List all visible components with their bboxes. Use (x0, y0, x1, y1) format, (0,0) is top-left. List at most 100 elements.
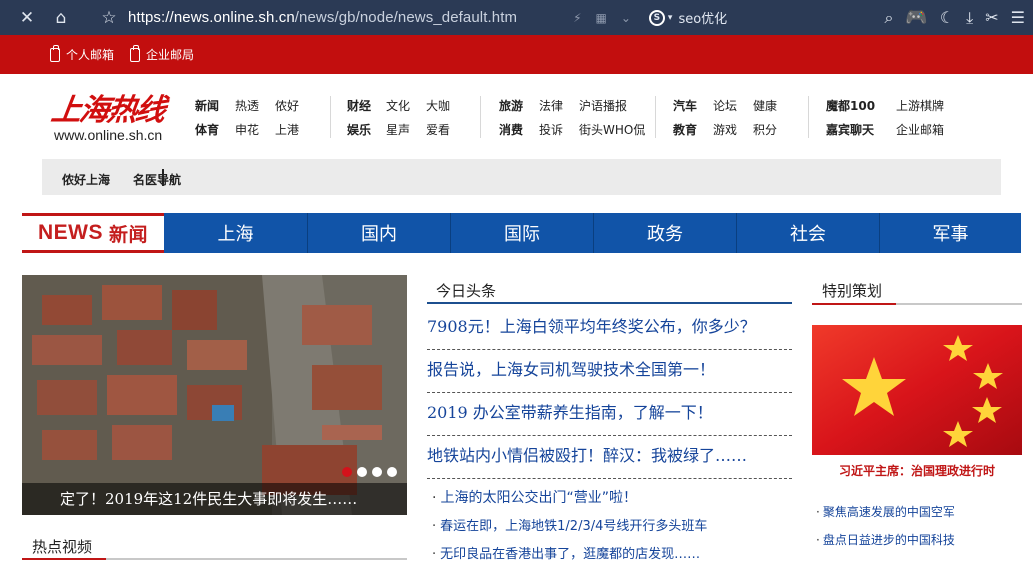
headline-3[interactable]: 2019 办公室带薪养生指南，了解一下！ (427, 393, 792, 436)
nav-link[interactable]: 嘉宾聊天 (826, 122, 896, 138)
nav-link[interactable]: 教育 (673, 122, 713, 138)
gamepad-icon[interactable]: 🎮 (905, 7, 927, 28)
nav-divider (808, 96, 809, 138)
nav-link[interactable]: 企业邮箱 (896, 122, 976, 138)
nav-link[interactable]: 魔都100 (826, 98, 896, 114)
nav-divider (330, 96, 331, 138)
company-mail-label: 企业邮局 (146, 48, 195, 62)
news-nav-bar: NEWS 新闻 上海 国内 国际 政务 社会 军事 (22, 213, 1021, 253)
menu-icon[interactable]: ☰ (1011, 8, 1025, 27)
news-list-item[interactable]: 无印良品在香港出事了，逛魔都的店发现…… (432, 543, 700, 562)
nav-link[interactable]: 新闻 (195, 98, 235, 114)
nav-link[interactable]: 爱看 (426, 122, 466, 138)
tab-shanghai[interactable]: 上海 (164, 213, 307, 253)
nav-link[interactable]: 大咖 (426, 98, 466, 114)
dropdown-arrow-icon: ▾ (667, 12, 673, 23)
tab-international[interactable]: 国际 (450, 213, 593, 253)
slide-dot[interactable] (372, 467, 382, 477)
chevron-down-icon[interactable]: ⌄ (621, 11, 631, 25)
scissors-icon[interactable]: ✂ (985, 8, 998, 27)
slide-indicators (342, 467, 397, 477)
slide-dot[interactable] (387, 467, 397, 477)
nav-link[interactable]: 法律 (539, 98, 579, 114)
top-strip: 个人邮箱 企业邮局 (0, 35, 1033, 74)
search-engine-box[interactable]: S ▾ seo优化 (648, 8, 728, 27)
tab-society[interactable]: 社会 (736, 213, 879, 253)
nav-link[interactable]: 娱乐 (347, 122, 386, 138)
qr-icon[interactable]: ▦ (596, 11, 607, 25)
nav-group-auto: 汽车 论坛 健康 教育 游戏 积分 (673, 98, 793, 138)
nav-link[interactable]: 体育 (195, 122, 235, 138)
star-icon[interactable]: ☆ (94, 0, 124, 35)
hero-caption[interactable]: 定了！2019年这12件民生大事即将发生…… (22, 483, 407, 515)
special-underline-accent (812, 303, 896, 305)
search-label: seo优化 (678, 12, 728, 27)
subnav-link[interactable]: 名医导航 (133, 171, 181, 188)
slide-dot[interactable] (342, 467, 352, 477)
special-image[interactable] (812, 325, 1022, 455)
news-logo-en: NEWS (37, 221, 103, 244)
news-logo-cn: 新闻 (108, 224, 148, 246)
nav-link[interactable]: 热透 (235, 98, 275, 114)
browser-toolbar: ✕ ⌂ ☆ https://news.online.sh.cn/news/gb/… (0, 0, 1033, 35)
headline-2[interactable]: 报告说，上海女司机驾驶技术全国第一！ (427, 350, 792, 393)
company-mail-link[interactable]: 企业邮局 (130, 44, 195, 63)
slide-dot[interactable] (357, 467, 367, 477)
nav-link[interactable]: 星声 (386, 122, 426, 138)
site-url: www.online.sh.cn (54, 127, 163, 143)
nav-link[interactable]: 投诉 (539, 122, 579, 138)
nav-group-misc: 魔都100 上游棋牌 嘉宾聊天 企业邮箱 (826, 98, 976, 138)
nav-link[interactable]: 论坛 (713, 98, 753, 114)
personal-mail-label: 个人邮箱 (66, 48, 115, 62)
nav-link[interactable]: 汽车 (673, 98, 713, 114)
personal-mail-link[interactable]: 个人邮箱 (50, 44, 115, 63)
close-icon[interactable]: ✕ (12, 0, 42, 35)
news-logo[interactable]: NEWS 新闻 (22, 213, 164, 253)
nav-link[interactable]: 财经 (347, 98, 386, 114)
nav-link[interactable]: 积分 (753, 122, 793, 138)
url-path: /news/gb/node/news_default.htm (294, 9, 518, 26)
search-engine-icon: S (648, 9, 665, 26)
url-host: https://news.online.sh.cn (128, 9, 295, 26)
sub-nav-bar: 侬好上海 名医导航 (42, 159, 1001, 195)
nav-divider (655, 96, 656, 138)
news-list-item[interactable]: 春运在即，上海地铁1/2/3/4号线开行多头班车 (432, 515, 707, 534)
headline-1[interactable]: 7908元！上海白领平均年终奖公布，你多少？ (427, 307, 792, 350)
subnav-link[interactable]: 侬好上海 (62, 171, 110, 188)
special-list-item[interactable]: 聚焦高速发展的中国空军 (816, 503, 955, 520)
mail-icon (50, 44, 60, 62)
home-icon[interactable]: ⌂ (46, 0, 76, 35)
moon-icon[interactable]: ☾ (940, 8, 954, 27)
special-list-item[interactable]: 盘点日益进步的中国科技 (816, 531, 955, 548)
news-list-item[interactable]: 上海的太阳公交出门“营业”啦！ (432, 487, 637, 507)
site-logo[interactable]: 上海热线 (49, 85, 167, 129)
hot-video-underline-accent (22, 558, 106, 560)
nav-link[interactable]: 文化 (386, 98, 426, 114)
hero-photo (22, 275, 407, 515)
nav-link[interactable]: 侬好 (275, 98, 315, 114)
search-icon[interactable]: ⌕ (884, 8, 893, 28)
special-caption[interactable]: 习近平主席：治国理政进行时 (812, 462, 1022, 479)
nav-link[interactable]: 上港 (275, 122, 315, 138)
lightning-icon[interactable]: ⚡ (573, 11, 581, 25)
nav-group-finance: 财经 文化 大咖 娱乐 星声 爱看 (347, 98, 466, 138)
nav-group-travel: 旅游 法律 沪语播报 消费 投诉 街头WHO侃 (499, 98, 669, 138)
today-underline (427, 302, 792, 304)
nav-link[interactable]: 健康 (753, 98, 793, 114)
tab-politics[interactable]: 政务 (593, 213, 736, 253)
nav-group-news: 新闻 热透 侬好 体育 申花 上港 (195, 98, 315, 138)
hero-slideshow[interactable]: 定了！2019年这12件民生大事即将发生…… (22, 275, 407, 515)
address-bar[interactable]: https://news.online.sh.cn/news/gb/node/n… (128, 9, 517, 26)
nav-link[interactable]: 旅游 (499, 98, 539, 114)
download-icon[interactable]: ⤓ (966, 8, 973, 28)
china-flag-image (812, 325, 1022, 455)
tab-military[interactable]: 军事 (879, 213, 1021, 253)
headline-4[interactable]: 地铁站内小情侣被殴打！醉汉：我被绿了…… (427, 436, 792, 479)
mail-icon (130, 44, 140, 62)
tab-domestic[interactable]: 国内 (307, 213, 450, 253)
nav-link[interactable]: 消费 (499, 122, 539, 138)
nav-link[interactable]: 游戏 (713, 122, 753, 138)
nav-link[interactable]: 上游棋牌 (896, 98, 976, 114)
nav-divider (480, 96, 481, 138)
nav-link[interactable]: 申花 (235, 122, 275, 138)
